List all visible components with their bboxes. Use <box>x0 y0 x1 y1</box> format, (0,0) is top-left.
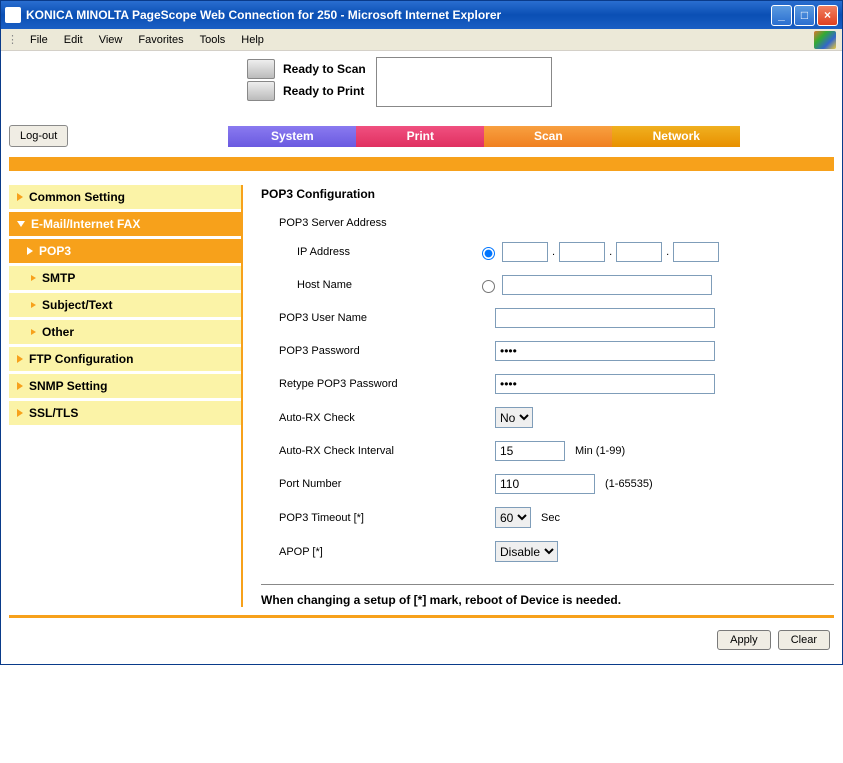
ready-print-label: Ready to Print <box>283 84 364 98</box>
ip-oct-3[interactable] <box>616 242 662 262</box>
menubar: ⋮ File Edit View Favorites Tools Help <box>1 29 842 51</box>
bottom-orange-bar <box>9 615 834 618</box>
label-server-address: POP3 Server Address <box>261 217 495 229</box>
menu-tools[interactable]: Tools <box>192 32 234 48</box>
ip-oct-1[interactable] <box>502 242 548 262</box>
windows-flag-icon <box>814 31 836 49</box>
label-timeout: POP3 Timeout [*] <box>261 512 495 524</box>
label-auto-rx-interval: Auto-RX Check Interval <box>261 445 495 457</box>
tab-print[interactable]: Print <box>356 126 484 147</box>
hint-port: (1-65535) <box>605 478 653 490</box>
ready-scan-label: Ready to Scan <box>283 62 366 76</box>
retype-password-input[interactable] <box>495 374 715 394</box>
close-button[interactable]: × <box>817 5 838 26</box>
printer-icon <box>247 81 275 101</box>
sidebar-smtp[interactable]: SMTP <box>9 266 241 290</box>
reboot-note: When changing a setup of [*] mark, reboo… <box>261 593 834 607</box>
sidebar-email-fax[interactable]: E-Mail/Internet FAX <box>9 212 241 236</box>
main-panel: POP3 Configuration POP3 Server Address I… <box>241 185 834 607</box>
sidebar-other[interactable]: Other <box>9 320 241 344</box>
user-name-input[interactable] <box>495 308 715 328</box>
orange-separator <box>9 157 834 171</box>
label-retype-password: Retype POP3 Password <box>261 378 495 390</box>
sidebar-ftp[interactable]: FTP Configuration <box>9 347 241 371</box>
hint-timeout: Sec <box>541 512 560 524</box>
apop-select[interactable]: Disable <box>495 541 558 562</box>
ip-oct-4[interactable] <box>673 242 719 262</box>
menu-favorites[interactable]: Favorites <box>130 32 191 48</box>
ie-icon <box>5 7 21 23</box>
menu-view[interactable]: View <box>91 32 131 48</box>
hint-interval: Min (1-99) <box>575 445 625 457</box>
radio-ip-address[interactable] <box>482 247 495 260</box>
sidebar-ssl[interactable]: SSL/TLS <box>9 401 241 425</box>
port-input[interactable] <box>495 474 595 494</box>
sidebar: Common Setting E-Mail/Internet FAX POP3 … <box>9 185 241 607</box>
menu-edit[interactable]: Edit <box>56 32 91 48</box>
sidebar-subject[interactable]: Subject/Text <box>9 293 241 317</box>
label-apop: APOP [*] <box>261 546 495 558</box>
label-password: POP3 Password <box>261 345 495 357</box>
menu-help[interactable]: Help <box>233 32 272 48</box>
apply-button[interactable]: Apply <box>717 630 771 650</box>
label-user-name: POP3 User Name <box>261 312 495 324</box>
label-ip-address: IP Address <box>261 246 477 258</box>
sidebar-snmp[interactable]: SNMP Setting <box>9 374 241 398</box>
auto-rx-interval-input[interactable] <box>495 441 565 461</box>
ip-oct-2[interactable] <box>559 242 605 262</box>
sidebar-pop3[interactable]: POP3 <box>9 239 241 263</box>
tab-network[interactable]: Network <box>612 126 740 147</box>
logout-button[interactable]: Log-out <box>9 125 68 147</box>
radio-host-name[interactable] <box>482 280 495 293</box>
separator <box>261 584 834 585</box>
minimize-button[interactable]: _ <box>771 5 792 26</box>
menu-grip-icon: ⋮ <box>7 33 18 46</box>
tab-system[interactable]: System <box>228 126 356 147</box>
timeout-select[interactable]: 60 <box>495 507 531 528</box>
tab-scan[interactable]: Scan <box>484 126 612 147</box>
lcd-panel <box>376 57 552 107</box>
page-content: Ready to Scan Ready to Print Log-out Sys… <box>1 51 842 664</box>
scanner-icon <box>247 59 275 79</box>
titlebar: KONICA MINOLTA PageScope Web Connection … <box>1 1 842 29</box>
page-heading: POP3 Configuration <box>261 187 834 201</box>
clear-button[interactable]: Clear <box>778 630 830 650</box>
maximize-button[interactable]: □ <box>794 5 815 26</box>
menu-file[interactable]: File <box>22 32 56 48</box>
label-host-name: Host Name <box>261 279 477 291</box>
sidebar-common[interactable]: Common Setting <box>9 185 241 209</box>
password-input[interactable] <box>495 341 715 361</box>
host-name-input[interactable] <box>502 275 712 295</box>
window-title: KONICA MINOLTA PageScope Web Connection … <box>26 8 501 22</box>
ie-window: KONICA MINOLTA PageScope Web Connection … <box>0 0 843 665</box>
auto-rx-select[interactable]: No <box>495 407 533 428</box>
label-port: Port Number <box>261 478 495 490</box>
label-auto-rx: Auto-RX Check <box>261 412 495 424</box>
